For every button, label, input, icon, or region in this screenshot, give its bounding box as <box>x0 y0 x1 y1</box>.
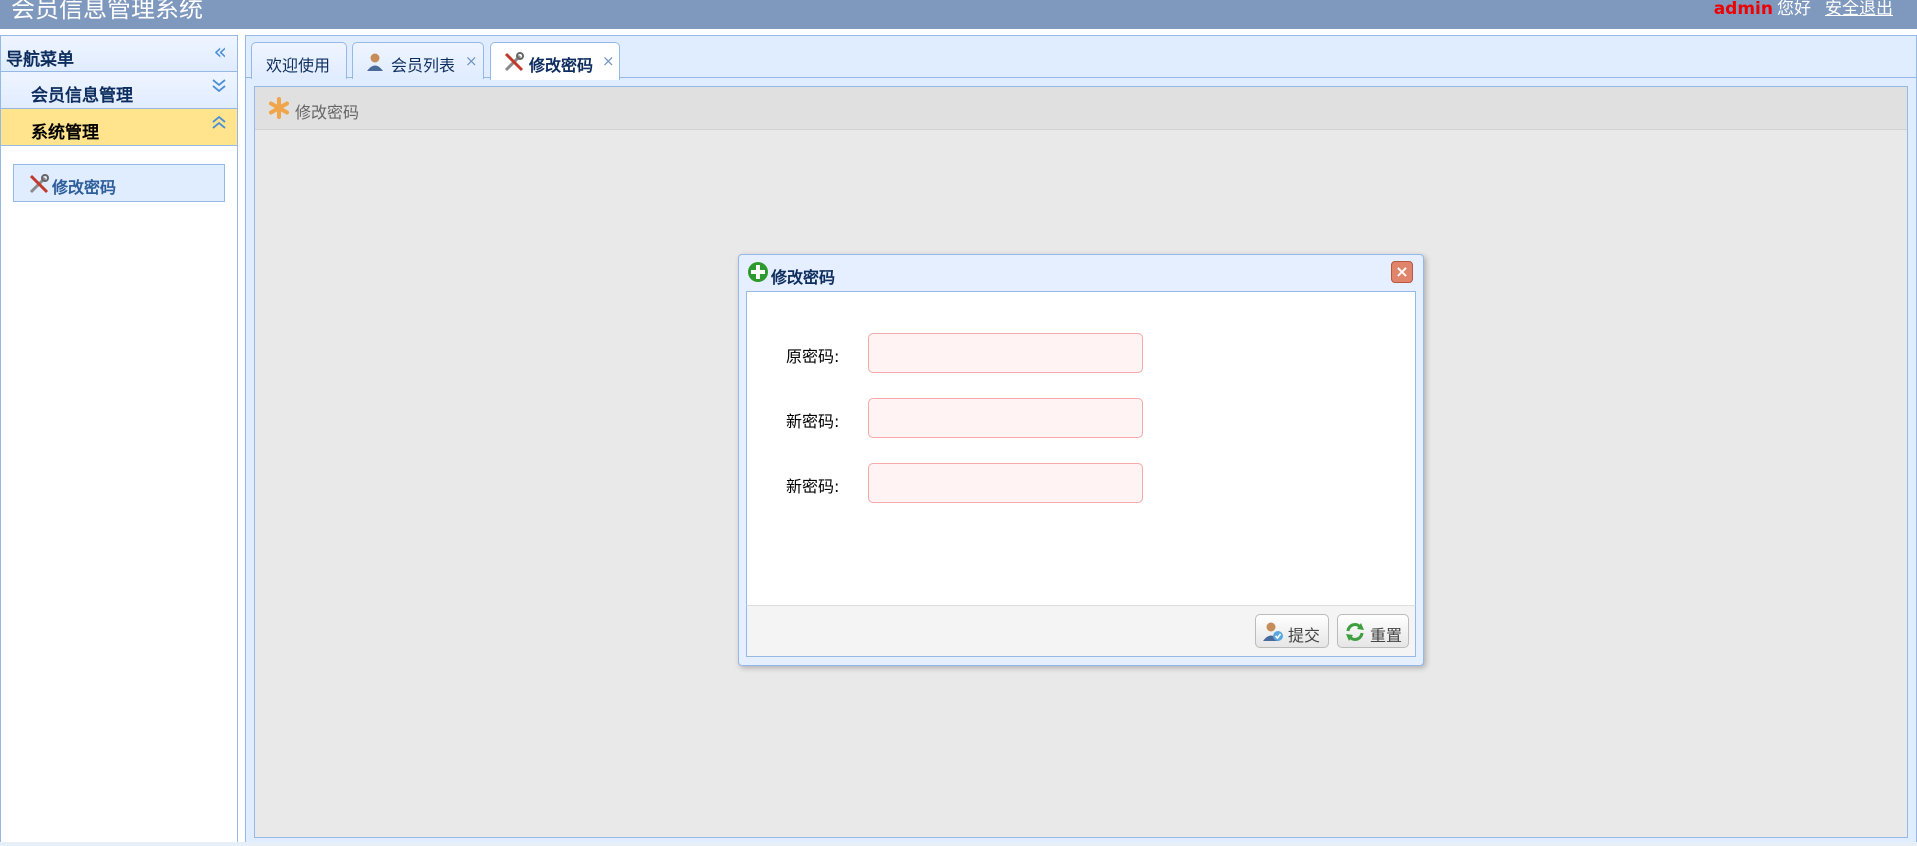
submit-button[interactable]: 提交 <box>1255 614 1329 648</box>
form-row-old-password: 原密码: <box>747 333 1415 373</box>
sidebar-item-label: 修改密码 <box>52 178 117 197</box>
tab-welcome[interactable]: 欢迎使用 <box>251 42 347 79</box>
sidebar-title: 导航菜单 <box>6 50 74 70</box>
username: admin <box>1713 0 1773 19</box>
tab-close-icon[interactable]: × <box>465 52 478 70</box>
collapse-sidebar-icon[interactable]: « <box>214 42 227 64</box>
content-panel-header: 修改密码 <box>255 87 1907 130</box>
dialog-title: 修改密码 <box>771 268 836 287</box>
tab-label: 会员列表 <box>391 56 456 75</box>
content-panel-title: 修改密码 <box>295 103 360 122</box>
bottom-edge <box>0 842 1917 846</box>
old-password-input[interactable] <box>868 333 1143 373</box>
accordion-member-info[interactable]: 会员信息管理 <box>1 72 237 109</box>
sidebar: 导航菜单 « 会员信息管理 系统管理 修改密码 <box>0 35 238 846</box>
tab-strip: 欢迎使用 会员列表 × 修改密码 × <box>246 36 1916 80</box>
dialog-title-bar[interactable]: 修改密码 × <box>739 255 1423 291</box>
accordion-label: 系统管理 <box>31 123 99 143</box>
reset-button[interactable]: 重置 <box>1337 614 1409 648</box>
confirm-password-input[interactable] <box>868 463 1143 503</box>
new-password-label: 新密码: <box>786 412 840 431</box>
submit-label: 提交 <box>1288 626 1321 645</box>
tools-icon <box>503 51 525 77</box>
confirm-password-label: 新密码: <box>786 477 840 496</box>
app-title: 会员信息管理系统 <box>11 0 203 23</box>
asterisk-icon <box>268 97 290 123</box>
header-bar: 会员信息管理系统 admin 您好 安全退出 <box>0 0 1917 29</box>
user-icon <box>365 52 385 76</box>
chevron-double-up-icon[interactable] <box>211 113 227 137</box>
logout-link[interactable]: 安全退出 <box>1825 0 1893 19</box>
tools-icon <box>28 173 50 199</box>
greeting-text: 您好 <box>1777 0 1811 19</box>
form-row-confirm-password: 新密码: <box>747 463 1415 503</box>
chevron-double-down-icon[interactable] <box>211 76 227 100</box>
dialog-close-button[interactable]: × <box>1391 261 1413 283</box>
user-submit-icon <box>1262 621 1284 647</box>
tab-member-list[interactable]: 会员列表 × <box>352 42 484 79</box>
tab-change-password[interactable]: 修改密码 × <box>490 42 620 80</box>
change-password-dialog: 修改密码 × 原密码: 新密码: 新密码: 提交 重置 <box>738 254 1424 666</box>
tab-label: 欢迎使用 <box>266 56 331 75</box>
refresh-icon <box>1344 621 1366 647</box>
form-row-new-password: 新密码: <box>747 398 1415 438</box>
accordion-system-management[interactable]: 系统管理 <box>1 109 237 146</box>
old-password-label: 原密码: <box>786 347 840 366</box>
accordion-label: 会员信息管理 <box>31 86 133 106</box>
new-password-input[interactable] <box>868 398 1143 438</box>
sidebar-header: 导航菜单 « <box>1 35 237 72</box>
sidebar-item-change-password[interactable]: 修改密码 <box>13 164 225 202</box>
tab-close-icon[interactable]: × <box>602 52 615 70</box>
add-icon <box>747 261 769 287</box>
tab-label: 修改密码 <box>529 56 594 75</box>
user-area: admin 您好 安全退出 <box>1714 0 1893 20</box>
reset-label: 重置 <box>1370 626 1403 645</box>
dialog-form: 原密码: 新密码: 新密码: <box>746 291 1416 605</box>
dialog-footer: 提交 重置 <box>746 605 1416 657</box>
